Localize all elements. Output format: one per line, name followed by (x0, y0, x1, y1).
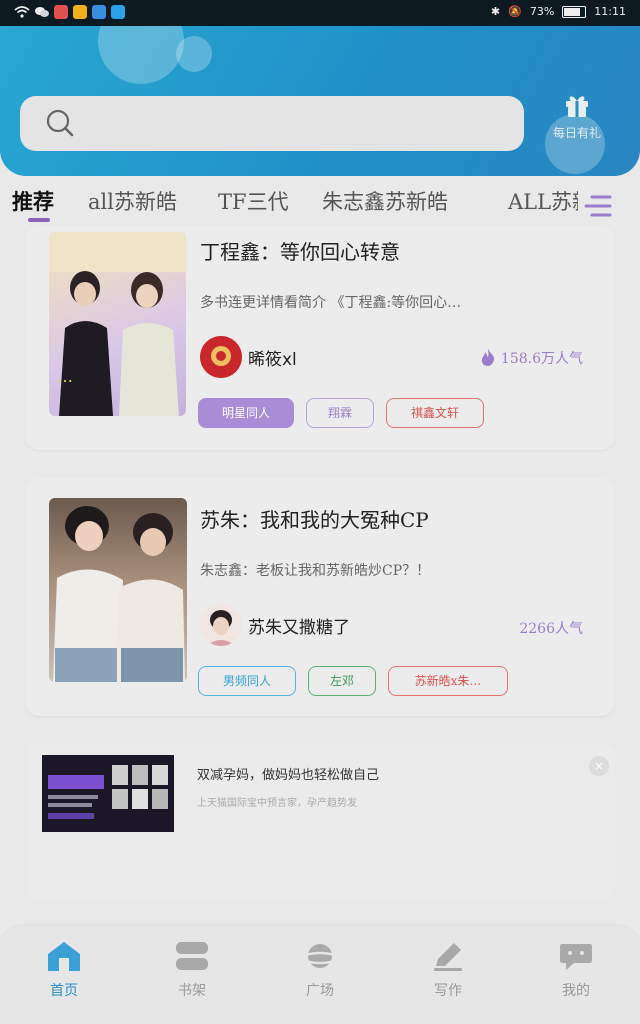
author-info[interactable]: 苏朱又撒糖了 (200, 604, 350, 646)
search-input[interactable] (20, 96, 524, 151)
tab-zhuzhixin-suxinhao[interactable]: 朱志鑫苏新皓 (322, 186, 448, 216)
decor-bubble (176, 36, 212, 72)
ad-description: 上天猫国际宝中预言家，孕产趋势发 (197, 798, 357, 809)
pen-icon (434, 943, 462, 971)
tab-recommend[interactable]: 推荐 (12, 186, 54, 216)
daily-gift-button[interactable]: 每日有礼 (540, 92, 614, 156)
tag-button[interactable]: 明星同人 (198, 398, 294, 428)
book-cover[interactable] (49, 498, 187, 682)
book-intro: 多书连更详情看简介 《丁程鑫:等你回心… (200, 295, 462, 311)
fire-icon (482, 348, 495, 366)
book-intro: 朱志鑫：老板让我和苏新皓炒CP？！ (200, 563, 431, 579)
tag-button[interactable]: 翔霖 (306, 398, 374, 428)
avatar (200, 604, 242, 646)
tag-button[interactable]: 苏新皓x朱… (388, 666, 508, 696)
wechat-icon (35, 7, 49, 17)
chat-icon (560, 944, 592, 970)
search-app-icon (111, 5, 125, 19)
book-card[interactable]: 苏朱：我和我的大冤种CP 朱志鑫：老板让我和苏新皓炒CP？！ 苏朱又撒糖了 22… (25, 478, 615, 716)
book-title[interactable]: 丁程鑫：等你回心转意 (200, 236, 400, 265)
tag-button[interactable]: 左邓 (308, 666, 376, 696)
cover-image (53, 506, 185, 682)
book-card[interactable]: … 丁程鑫：等你回心转意 多书连更详情看简介 《丁程鑫:等你回心… 晞筱xl 1… (25, 226, 615, 450)
nav-mine[interactable]: 我的 (536, 940, 616, 1000)
active-tab-indicator (28, 218, 50, 222)
nav-bookshelf[interactable]: 书架 (152, 940, 232, 1000)
battery-icon (562, 5, 587, 18)
bookshelf-icon (176, 942, 208, 970)
app-icon-red (54, 5, 68, 19)
category-tabs: 推荐 all苏新皓 TF三代 朱志鑫苏新皓 ALL苏新 (0, 176, 640, 226)
home-icon (48, 942, 80, 971)
gift-label: 每日有礼 (552, 126, 601, 140)
status-icons-right: ✱ 🔕 73% 11:11 (491, 5, 626, 18)
book-cover[interactable]: … (49, 232, 186, 416)
avatar (200, 336, 242, 378)
author-info[interactable]: 晞筱xl (200, 336, 297, 378)
gift-icon (566, 96, 588, 117)
author-name: 苏朱又撒糖了 (248, 617, 350, 638)
planet-icon (302, 944, 338, 968)
tab-all-suxinhao[interactable]: all苏新皓 (88, 186, 177, 216)
app-icon-blue (92, 5, 106, 19)
ad-title[interactable]: 双减孕妈，做妈妈也轻松做自己 (197, 764, 379, 783)
mute-icon: 🔕 (508, 5, 522, 18)
weibo-icon (73, 5, 87, 19)
ad-image[interactable] (42, 755, 174, 832)
ad-picture (42, 755, 174, 832)
tab-menu-button[interactable] (578, 186, 618, 226)
nav-write[interactable]: 写作 (408, 940, 488, 1000)
nav-home[interactable]: 首页 (24, 940, 104, 1000)
ad-close-button[interactable]: × (589, 756, 609, 776)
status-bar: ✱ 🔕 73% 11:11 (0, 0, 640, 26)
menu-icon (584, 195, 612, 217)
author-name: 晞筱xl (248, 349, 297, 370)
nav-square[interactable]: 广场 (280, 940, 360, 1000)
popularity-count: 158.6万人气 (480, 348, 583, 368)
wifi-icon (14, 6, 30, 18)
tag-button[interactable]: 祺鑫文轩 (386, 398, 484, 428)
ad-banner[interactable]: 双减孕妈，做妈妈也轻松做自己 上天猫国际宝中预言家，孕产趋势发 × (27, 744, 615, 900)
tab-tf-third[interactable]: TF三代 (218, 186, 289, 216)
tag-button[interactable]: 男频同人 (198, 666, 296, 696)
clock: 11:11 (594, 5, 626, 18)
svg-text:…: … (57, 367, 73, 386)
cover-image: … (49, 232, 186, 416)
bluetooth-icon: ✱ (490, 5, 501, 18)
search-icon (46, 109, 74, 137)
decor-bubble (98, 26, 184, 84)
book-title[interactable]: 苏朱：我和我的大冤种CP (200, 504, 429, 533)
status-icons-left (14, 5, 125, 19)
bottom-navigation: 首页 书架 广场 写作 我的 (0, 926, 640, 1024)
popularity-count: 2266人气 (519, 621, 583, 637)
battery-percent: 73% (529, 5, 555, 18)
